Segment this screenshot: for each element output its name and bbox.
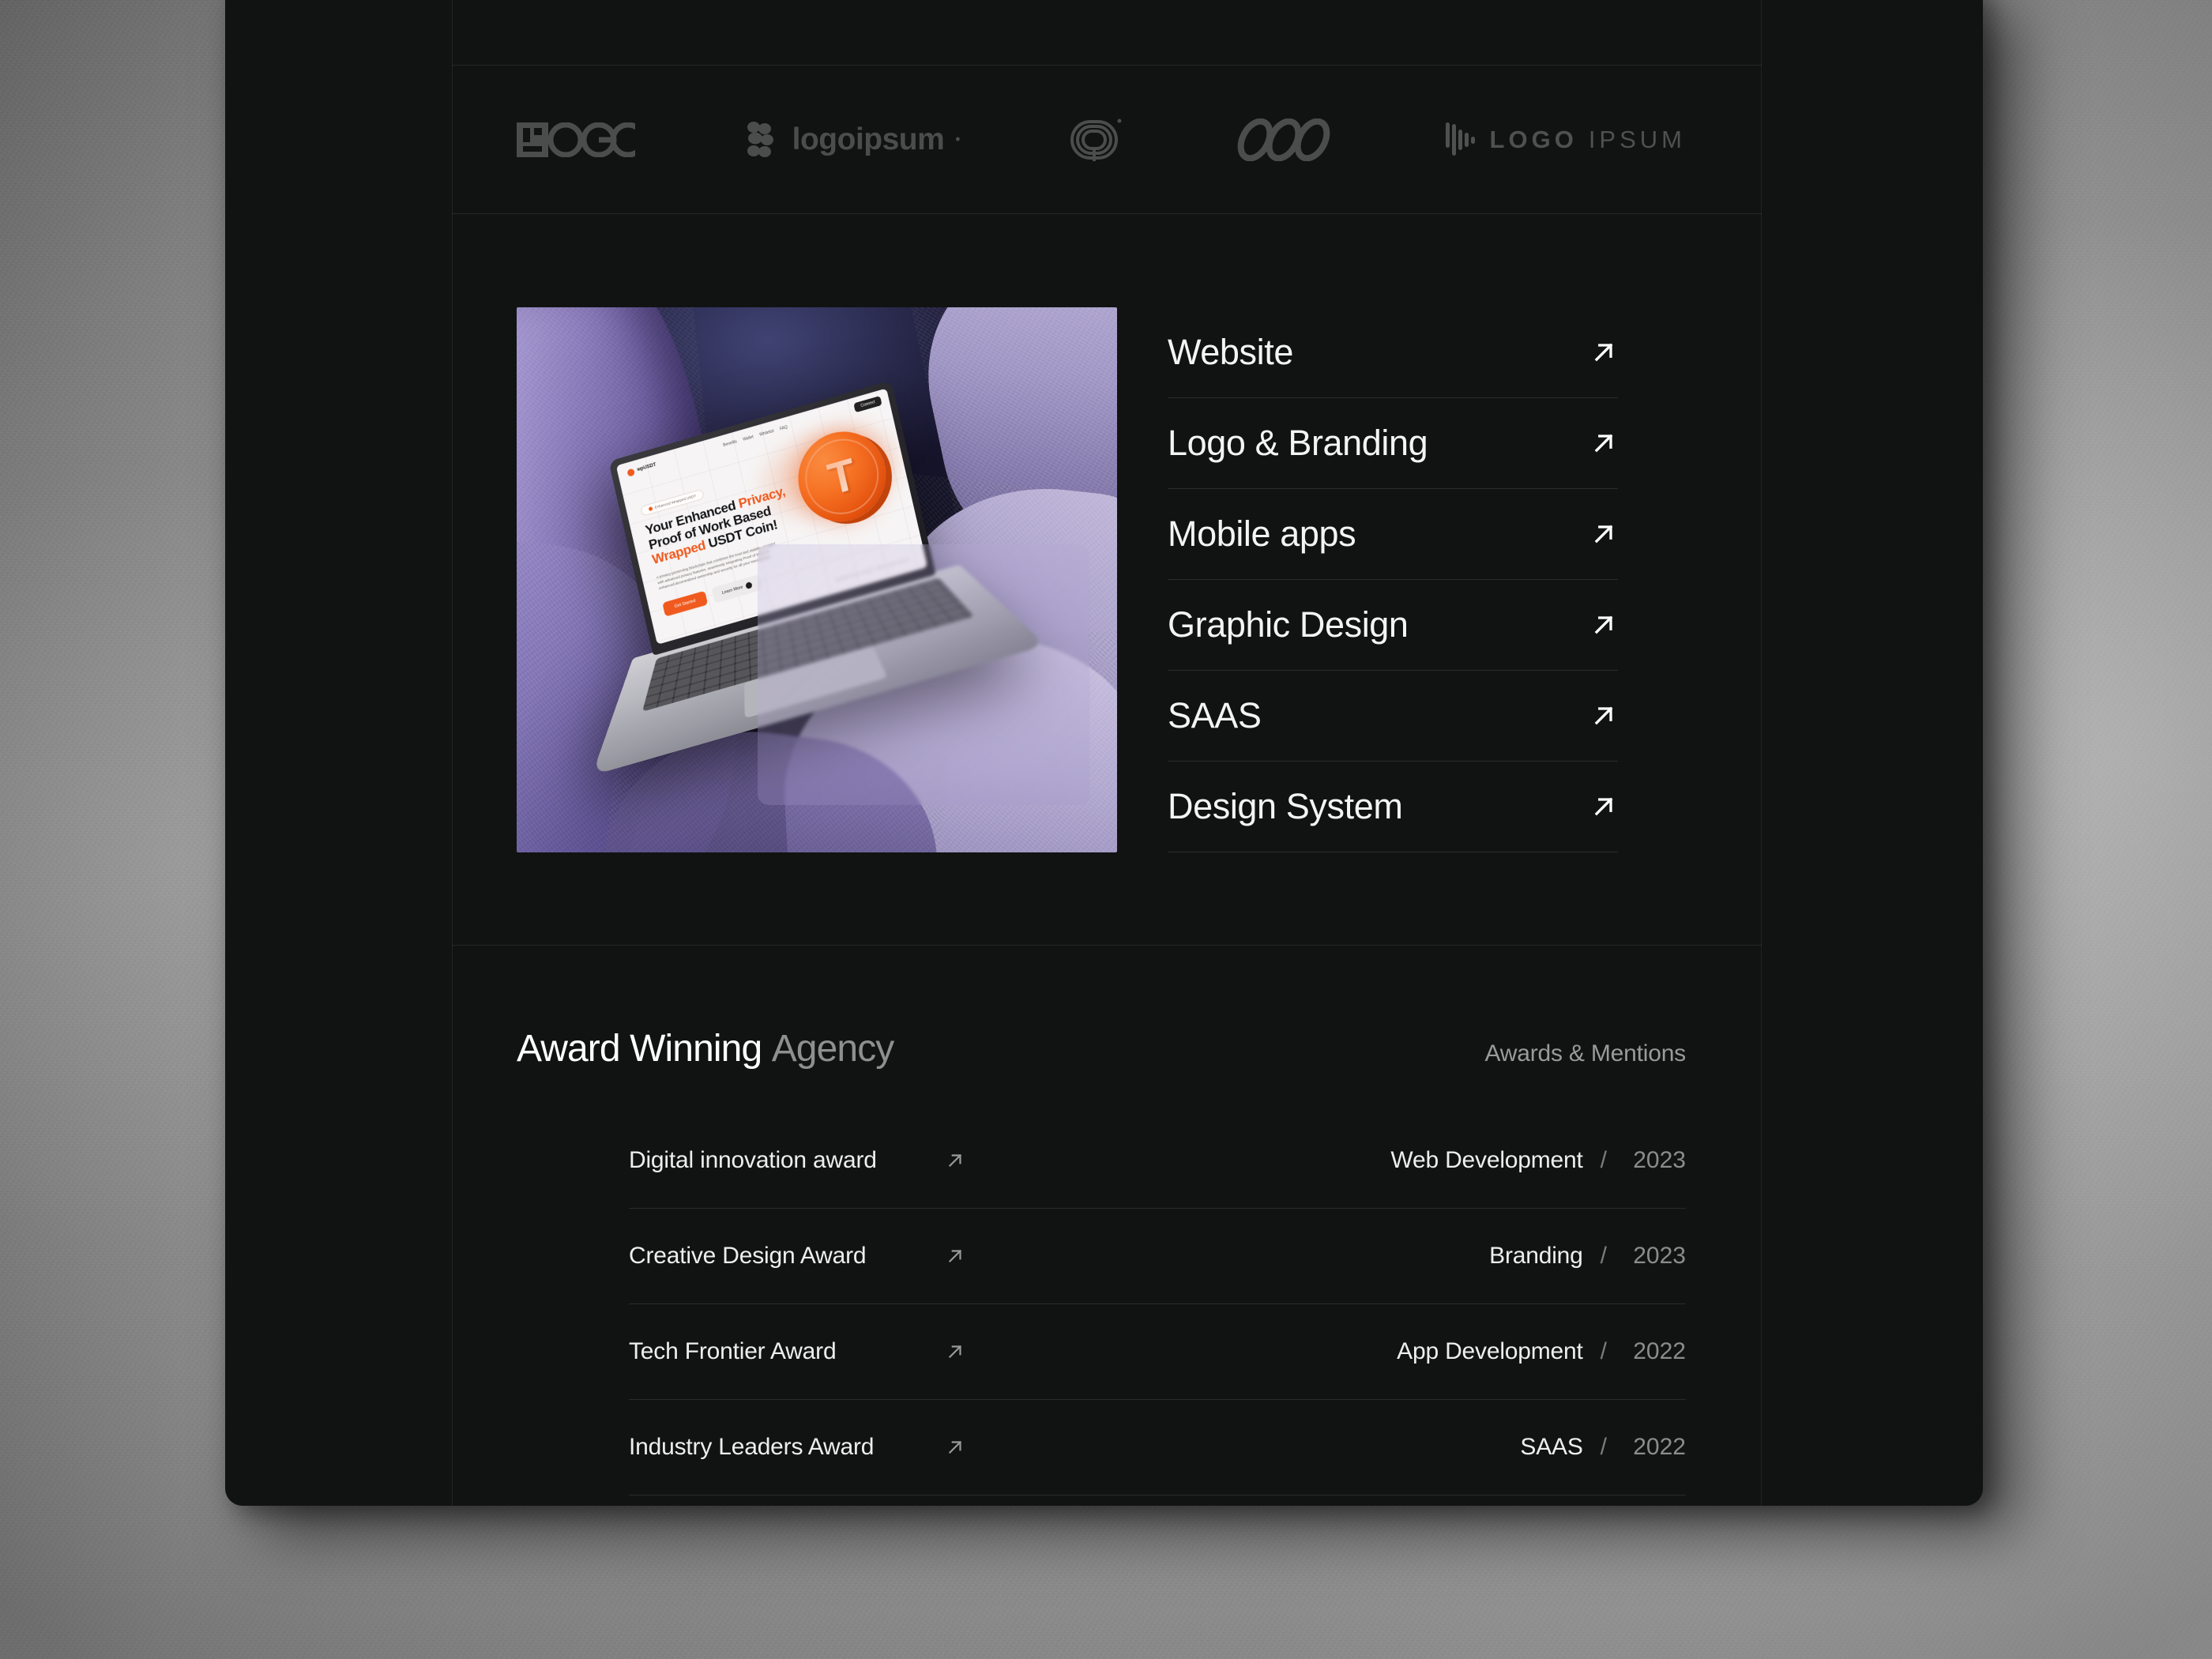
award-meta: Branding / 2023 <box>1489 1243 1686 1270</box>
arrow-up-right-icon <box>1589 429 1618 457</box>
award-separator: / <box>1600 1434 1607 1460</box>
client-logo-strip: logoipsum • LOGO IPSUM <box>452 66 1762 213</box>
screen-nav-item: Benefits <box>722 438 738 448</box>
table-row[interactable]: Digital innovation award Web Development… <box>629 1113 1686 1209</box>
logo-bars-wordmark-thin: IPSUM <box>1588 125 1686 153</box>
logo-mark-logo-blocks[interactable] <box>517 122 635 157</box>
award-meta: SAAS / 2022 <box>1520 1434 1686 1461</box>
award-name: Industry Leaders Award <box>629 1434 875 1460</box>
logo-wave-superscript: • <box>955 131 961 147</box>
awards-title-muted: Agency <box>771 1028 895 1070</box>
screen-brand-dot-icon <box>626 467 635 476</box>
award-year: 2022 <box>1633 1338 1686 1364</box>
service-item-design-system[interactable]: Design System <box>1168 762 1618 852</box>
table-row[interactable]: Creative Design Award Branding / 2023 <box>629 1209 1686 1304</box>
showcase-section: wpUSDT Benefits Wallet Whitelist FAQ Con… <box>452 214 1762 945</box>
service-label: Logo & Branding <box>1168 422 1428 463</box>
services-list: Website Logo & Branding Mobile apps Grap… <box>1168 307 1686 852</box>
screen-nav-item: Whitelist <box>758 428 775 438</box>
award-year: 2022 <box>1633 1434 1686 1460</box>
logo-mark-logoipsum-wave[interactable]: logoipsum • <box>745 121 961 159</box>
screen-learn-more-dot-icon <box>745 581 753 589</box>
arrow-up-right-icon <box>945 1150 965 1171</box>
award-meta: App Development / 2022 <box>1397 1338 1686 1365</box>
service-item-website[interactable]: Website <box>1168 307 1618 398</box>
logo-blocks-icon <box>517 122 635 157</box>
service-label: SAAS <box>1168 694 1262 735</box>
awards-section: Award Winning Agency Awards & Mentions D… <box>452 946 1762 1506</box>
award-category: App Development <box>1397 1338 1583 1364</box>
logo-wave-wordmark: logoipsum <box>792 122 945 156</box>
screen-badge-dot-icon <box>648 506 653 511</box>
table-row[interactable]: Tech Frontier Award App Development / 20… <box>629 1304 1686 1400</box>
logo-loops-icon <box>1237 118 1330 161</box>
arrow-up-right-icon <box>1589 702 1618 730</box>
logo-bars-wordmark-bold: LOGO <box>1489 125 1578 153</box>
service-item-graphic-design[interactable]: Graphic Design <box>1168 580 1618 671</box>
service-item-logo-branding[interactable]: Logo & Branding <box>1168 398 1618 489</box>
screen-learn-more-label: Learn More <box>721 584 744 596</box>
service-label: Mobile apps <box>1168 513 1356 554</box>
logo-wave-icon <box>747 121 773 157</box>
service-item-mobile-apps[interactable]: Mobile apps <box>1168 489 1618 580</box>
table-row[interactable]: Industry Leaders Award SAAS / 2022 <box>629 1400 1686 1495</box>
screen-nav-item: FAQ <box>779 424 788 431</box>
award-name: Digital innovation award <box>629 1147 877 1173</box>
logo-spiral-icon <box>1070 118 1122 161</box>
project-artwork-image[interactable]: wpUSDT Benefits Wallet Whitelist FAQ Con… <box>517 307 1117 852</box>
award-category: SAAS <box>1520 1434 1583 1460</box>
awards-title-strong: Award Winning <box>517 1028 762 1070</box>
service-label: Design System <box>1168 785 1403 826</box>
awards-table: Digital innovation award Web Development… <box>517 1113 1686 1495</box>
award-separator: / <box>1600 1338 1607 1364</box>
service-item-saas[interactable]: SAAS <box>1168 671 1618 762</box>
arrow-up-right-icon <box>1589 611 1618 639</box>
logo-mark-infinity-loops[interactable] <box>1233 118 1334 161</box>
award-name: Creative Design Award <box>629 1243 867 1269</box>
logo-mark-spiral[interactable] <box>1070 115 1123 164</box>
arrow-up-right-icon <box>945 1246 965 1266</box>
award-category: Branding <box>1489 1243 1583 1269</box>
award-year: 2023 <box>1633 1147 1686 1173</box>
logo-bars-icon <box>1445 122 1475 156</box>
awards-kicker: Awards & Mentions <box>1484 1040 1686 1066</box>
artwork-glass-overlay <box>758 544 1089 805</box>
arrow-up-right-icon <box>1589 792 1618 821</box>
screen-nav-item: Wallet <box>742 434 754 442</box>
awards-header: Award Winning Agency Awards & Mentions <box>517 1027 1686 1070</box>
award-category: Web Development <box>1390 1147 1583 1173</box>
award-meta: Web Development / 2023 <box>1390 1147 1686 1174</box>
arrow-up-right-icon <box>945 1341 965 1362</box>
logo-mark-bars-logoipsum[interactable]: LOGO IPSUM <box>1444 120 1686 160</box>
arrow-up-right-icon <box>1589 520 1618 548</box>
award-separator: / <box>1600 1147 1607 1173</box>
award-name: Tech Frontier Award <box>629 1338 837 1364</box>
award-separator: / <box>1600 1243 1607 1269</box>
arrow-up-right-icon <box>1589 338 1618 367</box>
service-label: Website <box>1168 331 1293 372</box>
award-year: 2023 <box>1633 1243 1686 1269</box>
service-label: Graphic Design <box>1168 604 1409 645</box>
awards-title: Award Winning Agency <box>517 1027 895 1070</box>
arrow-up-right-icon <box>945 1437 965 1458</box>
dark-content-card: logoipsum • LOGO IPSUM wpUSDT Benefits W… <box>225 0 1983 1506</box>
